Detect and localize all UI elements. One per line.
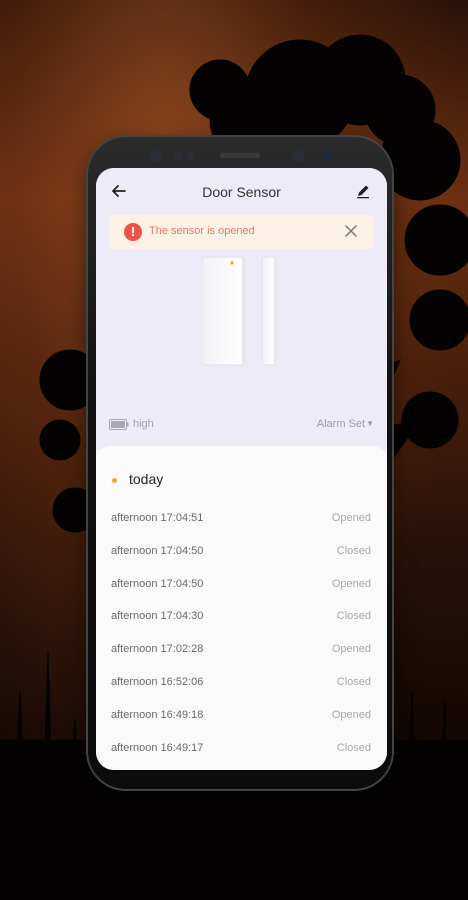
event-state: Opened — [331, 578, 371, 590]
alarm-set-label: Alarm Set — [316, 418, 366, 430]
event-time: afternoon 17:02:28 — [111, 643, 204, 655]
alert-message: The sensor is opened — [149, 225, 255, 237]
page-title: Door Sensor — [202, 184, 281, 200]
sensor-dot — [187, 152, 195, 160]
history-row[interactable]: afternoon 17:04:30 Closed — [96, 610, 387, 643]
history-row[interactable]: afternoon 17:04:50 Closed — [96, 545, 387, 578]
event-time: afternoon 17:04:30 — [111, 610, 204, 622]
history-group-label: today — [129, 471, 164, 487]
history-row[interactable]: afternoon 17:02:28 Opened — [96, 643, 387, 676]
front-camera — [150, 150, 162, 162]
event-time: afternoon 17:04:50 — [111, 578, 204, 590]
phone-top-bezel — [88, 137, 392, 171]
history-row[interactable]: afternoon 16:52:06 Closed — [96, 676, 387, 709]
proximity-sensor — [324, 151, 332, 159]
event-time: afternoon 16:52:06 — [111, 676, 204, 688]
earpiece-speaker — [220, 153, 260, 158]
device-panel: Door Sensor ! The sensor is opened high … — [96, 168, 387, 450]
event-time: afternoon 16:49:18 — [111, 709, 204, 721]
app-screen: Door Sensor ! The sensor is opened high … — [96, 168, 387, 770]
event-state: Closed — [336, 676, 371, 688]
event-time: afternoon 16:49:17 — [111, 742, 204, 754]
alarm-set-dropdown[interactable]: Alarm Set▼ — [317, 418, 374, 430]
door-sensor-illustration — [202, 256, 277, 366]
event-time: afternoon 17:04:51 — [111, 512, 204, 524]
history-row[interactable]: afternoon 17:04:50 Opened — [96, 578, 387, 611]
alert-exclamation-icon: ! — [124, 223, 142, 241]
event-time: afternoon 17:04:50 — [111, 545, 204, 557]
event-state: Opened — [331, 643, 371, 655]
history-row[interactable]: afternoon 16:49:18 Opened — [96, 709, 387, 742]
event-state: Closed — [336, 610, 371, 622]
battery-icon — [109, 419, 129, 430]
history-row[interactable]: afternoon 17:04:51 Opened — [96, 512, 387, 545]
event-state: Opened — [331, 709, 371, 721]
close-icon[interactable] — [342, 222, 360, 240]
edit-pencil-icon[interactable] — [355, 183, 371, 199]
sensor-alert-banner: ! The sensor is opened — [109, 215, 373, 249]
history-list: today afternoon 17:04:51 Opened afternoo… — [96, 446, 387, 770]
top-nav-bar: Door Sensor — [96, 168, 387, 214]
sensor-dot — [174, 152, 182, 160]
event-state: Closed — [336, 742, 371, 754]
event-state: Closed — [336, 545, 371, 557]
dropdown-caret-icon: ▼ — [366, 419, 374, 428]
group-dot — [112, 478, 117, 483]
event-state: Opened — [331, 512, 371, 524]
history-row[interactable]: afternoon 16:49:17 Closed — [96, 742, 387, 770]
battery-level-label: high — [133, 418, 154, 430]
iris-camera — [292, 150, 304, 162]
